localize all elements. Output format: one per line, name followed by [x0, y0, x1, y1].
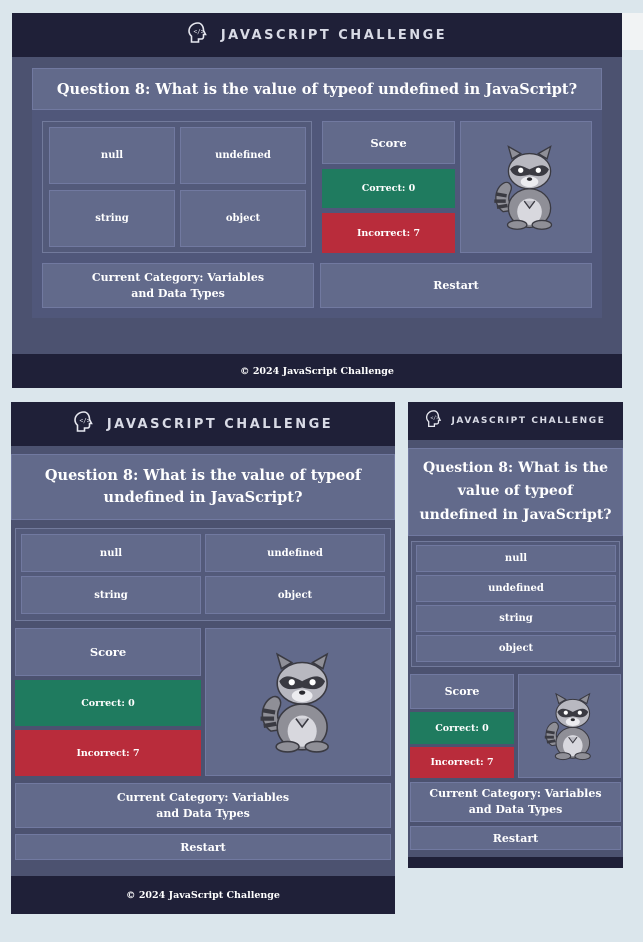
svg-text:</>: </> [193, 29, 204, 36]
view-desktop: </> JAVASCRIPT CHALLENGE Question 8: Wha… [12, 13, 622, 388]
answer-option[interactable]: object [416, 635, 616, 662]
score-label: Score [410, 674, 514, 709]
site-footer: © 2024 JavaScript Challenge [11, 876, 395, 914]
raccoon-mascot [460, 121, 592, 253]
restart-button[interactable]: Restart [410, 826, 621, 850]
site-footer [408, 857, 623, 868]
restart-button[interactable]: Restart [15, 834, 391, 860]
site-header: </> JAVASCRIPT CHALLENGE [408, 402, 623, 440]
svg-text:</>: </> [79, 418, 90, 425]
score-label: Score [322, 121, 455, 164]
correct-count: Correct: 0 [410, 712, 514, 744]
restart-button[interactable]: Restart [320, 263, 592, 308]
answer-option[interactable]: object [205, 576, 385, 614]
svg-text:</>: </> [431, 415, 440, 421]
incorrect-count: Incorrect: 7 [410, 747, 514, 778]
answer-option[interactable]: object [180, 190, 306, 247]
answer-option[interactable]: undefined [180, 127, 306, 184]
question-text: Question 8: What is the value of typeof … [32, 68, 602, 110]
answer-option[interactable]: string [49, 190, 175, 247]
answer-option[interactable]: null [21, 534, 201, 572]
site-title: JAVASCRIPT CHALLENGE [220, 27, 448, 43]
answer-option[interactable]: string [416, 605, 616, 632]
correct-count: Correct: 0 [15, 680, 201, 726]
question-text: Question 8: What is the value of typeof … [11, 454, 395, 520]
answer-grid: null undefined string object [15, 528, 391, 621]
site-title: JAVASCRIPT CHALLENGE [451, 416, 606, 426]
brain-code-icon: </> [425, 409, 443, 433]
score-label: Score [15, 628, 201, 676]
raccoon-mascot [518, 674, 621, 778]
correct-count: Correct: 0 [322, 169, 455, 208]
brain-code-icon: </> [73, 410, 95, 438]
site-header: </> JAVASCRIPT CHALLENGE [11, 402, 395, 446]
view-tablet: </> JAVASCRIPT CHALLENGE Question 8: Wha… [11, 402, 395, 914]
raccoon-mascot [205, 628, 391, 776]
view-mobile: </> JAVASCRIPT CHALLENGE Question 8: Wha… [408, 402, 623, 868]
site-footer: © 2024 JavaScript Challenge [12, 354, 622, 388]
category-label: Current Category: Variables and Data Typ… [42, 263, 314, 308]
answer-option[interactable]: undefined [205, 534, 385, 572]
incorrect-count: Incorrect: 7 [15, 730, 201, 776]
site-header: </> JAVASCRIPT CHALLENGE [12, 13, 622, 57]
answer-option[interactable]: undefined [416, 575, 616, 602]
category-label: Current Category: Variables and Data Typ… [15, 783, 391, 828]
brain-code-icon: </> [187, 21, 209, 49]
quiz-panel: Question 8: What is the value of typeof … [32, 68, 602, 318]
scrollbar[interactable] [622, 13, 643, 50]
incorrect-count: Incorrect: 7 [322, 213, 455, 253]
site-title: JAVASCRIPT CHALLENGE [106, 416, 334, 432]
answer-grid: null undefined string object [411, 541, 620, 667]
category-label: Current Category: Variables and Data Typ… [410, 782, 621, 822]
answer-option[interactable]: string [21, 576, 201, 614]
question-text: Question 8: What is the value of typeof … [408, 448, 623, 536]
answer-grid: null undefined string object [42, 121, 312, 253]
answer-option[interactable]: null [416, 545, 616, 572]
answer-option[interactable]: null [49, 127, 175, 184]
